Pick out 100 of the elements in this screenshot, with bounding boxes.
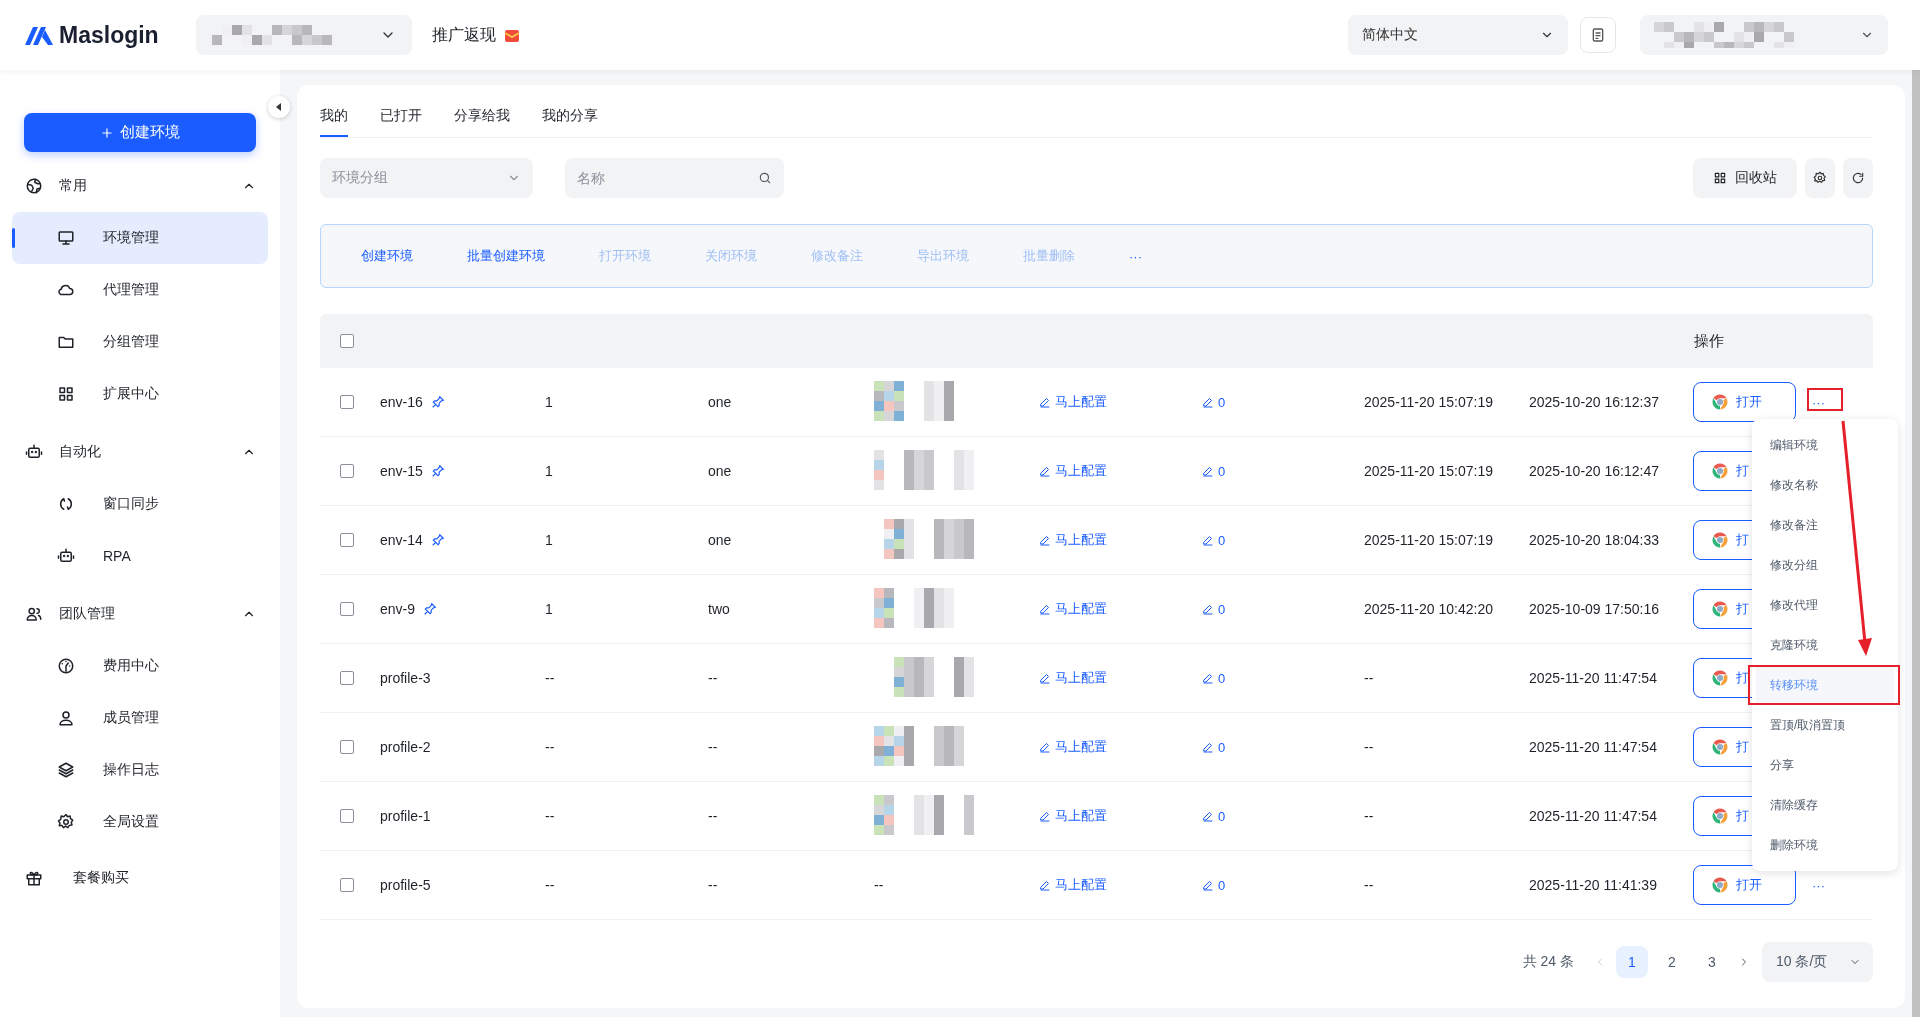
plus-icon xyxy=(100,125,114,140)
checkbox[interactable] xyxy=(340,602,354,616)
tab[interactable]: 分享给我 xyxy=(454,107,510,137)
search-field[interactable]: 名称 xyxy=(565,158,784,198)
pencil-icon xyxy=(1039,465,1051,477)
pencil-icon xyxy=(1202,672,1214,684)
sidebar-group[interactable]: 团队管理 xyxy=(0,588,280,640)
open-button[interactable]: 打开 xyxy=(1693,865,1796,905)
more-button[interactable]: ··· xyxy=(1806,875,1831,895)
config-link[interactable]: 马上配置 xyxy=(1039,393,1202,411)
robot-icon xyxy=(25,443,43,461)
count-link[interactable]: 0 xyxy=(1202,463,1364,479)
action-link[interactable]: ··· xyxy=(1129,248,1142,264)
sidebar-item[interactable]: 操作日志 xyxy=(12,744,268,796)
account-dropdown[interactable] xyxy=(1640,15,1888,55)
table-cell-text: -- xyxy=(708,877,719,893)
pencil-icon xyxy=(1202,603,1214,615)
menu-item[interactable]: 转移环境 xyxy=(1756,665,1894,705)
settings-icon xyxy=(57,813,75,831)
page-button[interactable]: 3 xyxy=(1696,946,1728,978)
page-size-dropdown[interactable]: 10 条/页 xyxy=(1762,942,1873,982)
checkbox[interactable] xyxy=(340,334,354,348)
sidebar-item[interactable]: 套餐购买 xyxy=(0,852,280,904)
document-button[interactable] xyxy=(1580,17,1616,53)
promo-link[interactable]: 推广返现 xyxy=(432,24,496,46)
table-cell-text: 2025-11-20 11:41:39 xyxy=(1529,877,1658,893)
tab[interactable]: 已打开 xyxy=(380,107,422,137)
pencil-icon xyxy=(1039,672,1051,684)
sidebar-item[interactable]: 成员管理 xyxy=(12,692,268,744)
sidebar-group[interactable]: 自动化 xyxy=(0,426,280,478)
action-link[interactable]: 创建环境 xyxy=(361,247,413,265)
sidebar-item[interactable]: 分组管理 xyxy=(12,316,268,368)
create-environment-button[interactable]: 创建环境 xyxy=(24,113,256,152)
count-link[interactable]: 0 xyxy=(1202,877,1364,893)
browser-icon xyxy=(1711,876,1729,894)
checkbox[interactable] xyxy=(340,671,354,685)
config-link[interactable]: 马上配置 xyxy=(1039,600,1202,618)
count-link[interactable]: 0 xyxy=(1202,808,1364,824)
table-cell-text: -- xyxy=(708,739,719,755)
sidebar-item[interactable]: RPA xyxy=(12,530,268,582)
sidebar-item[interactable]: 代理管理 xyxy=(12,264,268,316)
config-link[interactable]: 马上配置 xyxy=(1039,531,1202,549)
grid-icon xyxy=(57,385,75,403)
language-dropdown[interactable]: 简体中文 xyxy=(1348,15,1568,55)
checkbox[interactable] xyxy=(340,878,354,892)
pencil-icon xyxy=(1202,879,1214,891)
pencil-icon xyxy=(1039,534,1051,546)
sidebar-item[interactable]: 全局设置 xyxy=(12,796,268,848)
table-cell-text: 2025-11-20 11:47:54 xyxy=(1529,808,1658,824)
count-link[interactable]: 0 xyxy=(1202,532,1364,548)
table-cell: env-15 xyxy=(380,463,423,479)
settings-button[interactable] xyxy=(1805,158,1835,198)
table-cell-text: one xyxy=(708,532,733,548)
action-link[interactable]: 批量创建环境 xyxy=(467,247,545,265)
sidebar-item[interactable]: 扩展中心 xyxy=(12,368,268,420)
globe-icon xyxy=(25,177,43,195)
config-link[interactable]: 马上配置 xyxy=(1039,876,1202,894)
checkbox[interactable] xyxy=(340,395,354,409)
table-cell-text: one xyxy=(708,394,733,410)
tab[interactable]: 我的分享 xyxy=(542,107,598,137)
table-cell-text: 2025-11-20 15:07:19 xyxy=(1364,394,1494,410)
sidebar-item[interactable]: 费用中心 xyxy=(12,640,268,692)
config-link[interactable]: 马上配置 xyxy=(1039,462,1202,480)
checkbox[interactable] xyxy=(340,809,354,823)
table-cell: -- xyxy=(874,877,884,893)
table-cell-text: -- xyxy=(545,739,556,755)
count-link[interactable]: 0 xyxy=(1202,394,1364,410)
pencil-icon xyxy=(1039,810,1051,822)
pencil-icon xyxy=(1202,534,1214,546)
more-button[interactable]: ··· xyxy=(1806,392,1831,412)
sidebar-item[interactable]: 环境管理 xyxy=(12,212,268,264)
open-button[interactable]: 打开 xyxy=(1693,382,1796,422)
page-button[interactable]: 1 xyxy=(1616,946,1648,978)
recycle-bin-button[interactable]: 回收站 xyxy=(1693,158,1797,198)
count-link[interactable]: 0 xyxy=(1202,739,1364,755)
settings-icon xyxy=(1813,171,1827,185)
checkbox[interactable] xyxy=(340,464,354,478)
workspace-dropdown[interactable] xyxy=(196,15,412,55)
count-link[interactable]: 0 xyxy=(1202,670,1364,686)
scrollbar[interactable] xyxy=(1912,70,1920,1017)
user-icon xyxy=(57,709,75,727)
group-dropdown[interactable]: 环境分组 xyxy=(320,158,533,198)
page-button[interactable]: 2 xyxy=(1656,946,1688,978)
count-link[interactable]: 0 xyxy=(1202,601,1364,617)
config-link[interactable]: 马上配置 xyxy=(1039,669,1202,687)
sidebar-item[interactable]: 窗口同步 xyxy=(12,478,268,530)
config-link[interactable]: 马上配置 xyxy=(1039,738,1202,756)
refresh-button[interactable] xyxy=(1843,158,1873,198)
table-cell-text: -- xyxy=(1364,877,1375,893)
pencil-icon xyxy=(1202,396,1214,408)
sidebar-group[interactable]: 常用 xyxy=(0,160,280,212)
users-icon xyxy=(25,605,43,623)
robot-icon xyxy=(57,547,75,565)
table-cell: profile-5 xyxy=(380,877,431,893)
tab[interactable]: 我的 xyxy=(320,107,348,137)
checkbox[interactable] xyxy=(340,533,354,547)
table-cell-text: -- xyxy=(708,670,719,686)
checkbox[interactable] xyxy=(340,740,354,754)
collapse-button[interactable] xyxy=(268,96,290,118)
config-link[interactable]: 马上配置 xyxy=(1039,807,1202,825)
